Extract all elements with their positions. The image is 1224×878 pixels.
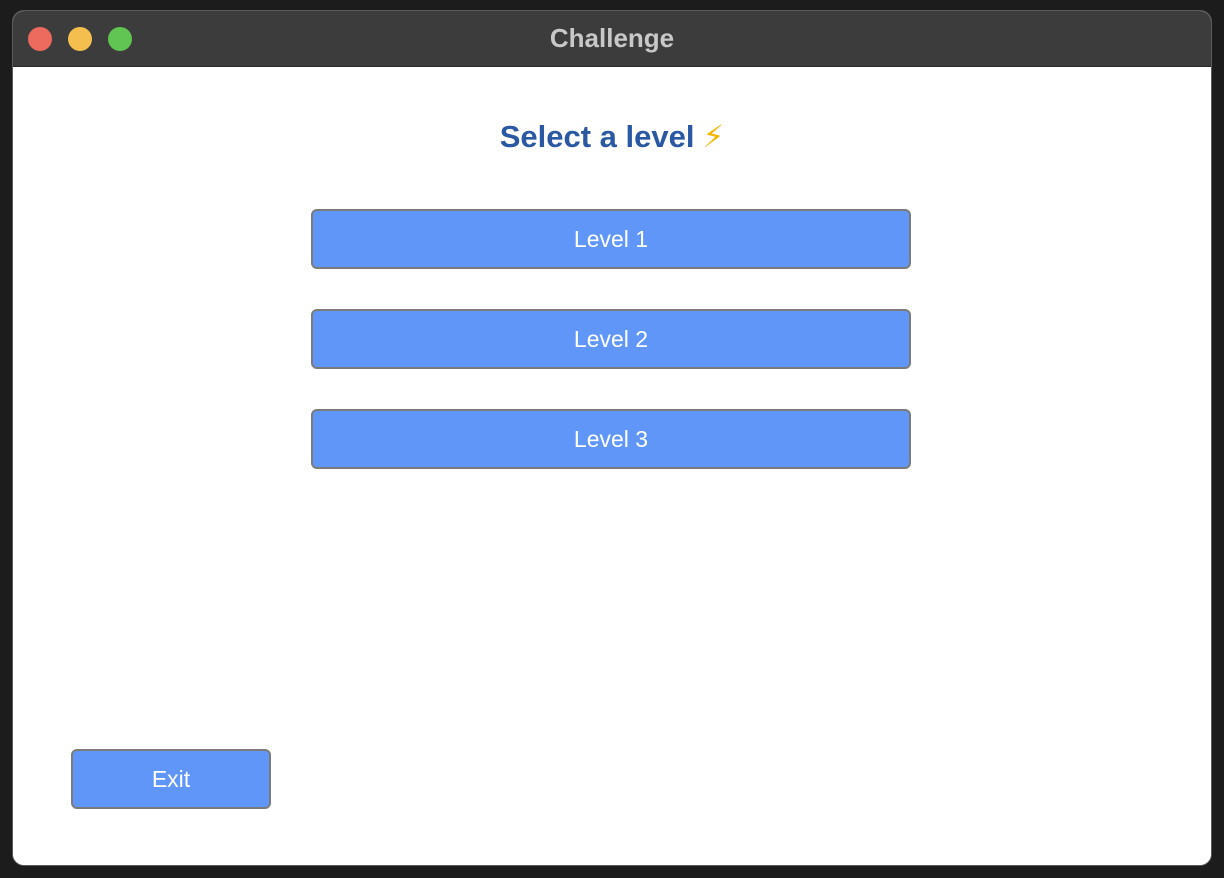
app-window: Challenge Select a level ⚡ Level 1 Level …: [12, 10, 1212, 866]
level-3-button[interactable]: Level 3: [311, 409, 911, 469]
title-bar[interactable]: Challenge: [13, 11, 1211, 67]
level-2-button[interactable]: Level 2: [311, 309, 911, 369]
exit-button[interactable]: Exit: [71, 749, 271, 809]
window-title: Challenge: [549, 23, 675, 53]
main-content: Select a level ⚡ Level 1 Level 2 Level 3 …: [13, 67, 1211, 865]
lightning-icon: ⚡: [702, 119, 725, 154]
page-title: Select a level ⚡: [13, 119, 1211, 155]
page-title-text: Select a level: [499, 119, 695, 154]
level-1-button[interactable]: Level 1: [311, 209, 911, 269]
